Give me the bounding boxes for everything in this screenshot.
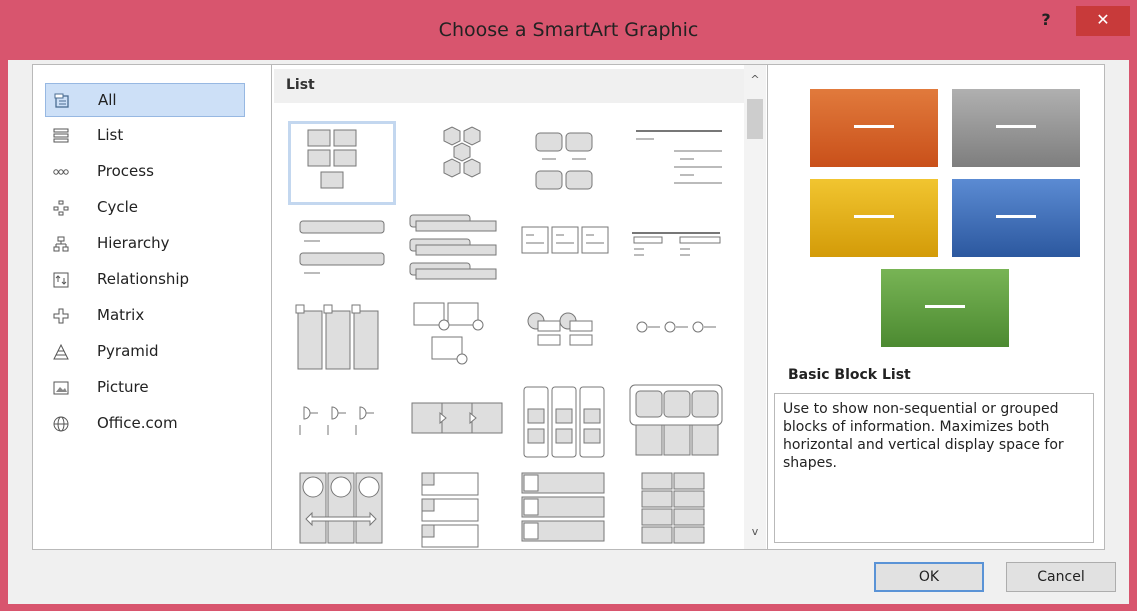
- preview-dash: [854, 215, 894, 218]
- preview-dash: [854, 125, 894, 128]
- layout-segmented-circle-list[interactable]: [294, 383, 402, 467]
- pyramid-icon: [53, 344, 69, 360]
- layout-circle-arrow-list[interactable]: [296, 469, 404, 553]
- category-label: Process: [97, 162, 154, 180]
- category-label: Relationship: [97, 270, 190, 288]
- category-matrix[interactable]: Matrix: [45, 299, 245, 333]
- globe-icon: [53, 416, 69, 432]
- layout-step-chevron-list[interactable]: [408, 383, 516, 467]
- layout-circle-list[interactable]: [630, 297, 738, 381]
- layout-bracket-list[interactable]: [408, 469, 516, 553]
- list-icon: [53, 128, 69, 143]
- layout-gallery: List ^ v: [272, 64, 768, 550]
- category-label: Hierarchy: [97, 234, 170, 252]
- preview-description: Use to show non-sequential or grouped bl…: [774, 393, 1094, 543]
- category-label: All: [98, 91, 117, 109]
- layout-block-grid-list[interactable]: [632, 469, 740, 553]
- scroll-thumb[interactable]: [747, 99, 763, 139]
- layout-stacked-list[interactable]: [408, 211, 516, 295]
- scroll-up-icon[interactable]: ^: [748, 73, 762, 86]
- category-process[interactable]: Process: [45, 155, 245, 189]
- layout-tab-list[interactable]: [628, 383, 736, 467]
- preview-dash: [996, 215, 1036, 218]
- layout-trapezoid-list[interactable]: [294, 297, 402, 381]
- category-label: Cycle: [97, 198, 138, 216]
- gallery-header-label: List: [286, 77, 315, 93]
- all-icon: [54, 93, 69, 108]
- category-all[interactable]: All: [45, 83, 245, 117]
- gallery-header: List: [274, 69, 744, 103]
- category-label: Pyramid: [97, 342, 159, 360]
- picture-icon: [53, 381, 69, 395]
- ok-button[interactable]: OK: [874, 562, 984, 592]
- help-button[interactable]: ?: [1026, 6, 1066, 36]
- preview-pane: Basic Block List Use to show non-sequent…: [767, 64, 1105, 550]
- category-label: Picture: [97, 378, 149, 396]
- layout-rounded-block-list[interactable]: [520, 121, 628, 205]
- smartart-dialog: Choose a SmartArt Graphic ? ✕ All List P…: [0, 0, 1137, 611]
- close-button[interactable]: ✕: [1076, 6, 1130, 36]
- category-picture[interactable]: Picture: [45, 371, 245, 405]
- category-label: List: [97, 126, 124, 144]
- category-list: All List Process Cycle Hierarchy Relatio…: [32, 64, 272, 550]
- preview-block: [881, 269, 1009, 347]
- layout-vertical-bullet-list[interactable]: [298, 211, 406, 295]
- layout-title-bullet-list[interactable]: [520, 469, 628, 553]
- category-hierarchy[interactable]: Hierarchy: [45, 227, 245, 261]
- layout-stacked-box-list[interactable]: [520, 383, 628, 467]
- gallery-scrollbar[interactable]: ^ v: [744, 65, 766, 549]
- cancel-button[interactable]: Cancel: [1006, 562, 1116, 592]
- layout-grouped-list[interactable]: [520, 297, 628, 381]
- matrix-icon: [53, 308, 69, 324]
- layout-hexagon-list[interactable]: [408, 121, 516, 205]
- dialog-body: All List Process Cycle Hierarchy Relatio…: [8, 60, 1129, 604]
- relationship-icon: [53, 272, 69, 288]
- hierarchy-icon: [53, 236, 69, 252]
- preview-block: [952, 89, 1080, 167]
- cycle-icon: [53, 200, 69, 216]
- preview-block: [810, 89, 938, 167]
- preview-title: Basic Block List: [788, 367, 911, 383]
- title-bar: Choose a SmartArt Graphic ? ✕: [0, 0, 1137, 60]
- preview-dash: [996, 125, 1036, 128]
- category-cycle[interactable]: Cycle: [45, 191, 245, 225]
- category-list-item[interactable]: List: [45, 119, 245, 153]
- category-relationship[interactable]: Relationship: [45, 263, 245, 297]
- preview-block: [810, 179, 938, 257]
- scroll-down-icon[interactable]: v: [748, 525, 762, 538]
- category-label: Matrix: [97, 306, 145, 324]
- layout-horizontal-bullet-list[interactable]: [630, 211, 738, 295]
- preview-block: [952, 179, 1080, 257]
- category-label: Office.com: [97, 414, 178, 432]
- category-pyramid[interactable]: Pyramid: [45, 335, 245, 369]
- process-icon: [53, 169, 69, 175]
- layout-lined-list[interactable]: [634, 121, 742, 205]
- dialog-title: Choose a SmartArt Graphic: [438, 19, 699, 41]
- preview-dash: [925, 305, 965, 308]
- layout-table-list[interactable]: [520, 211, 628, 295]
- layout-basic-block-list[interactable]: [288, 121, 396, 205]
- layout-picture-caption-list[interactable]: [408, 297, 516, 381]
- category-office-com[interactable]: Office.com: [45, 407, 245, 441]
